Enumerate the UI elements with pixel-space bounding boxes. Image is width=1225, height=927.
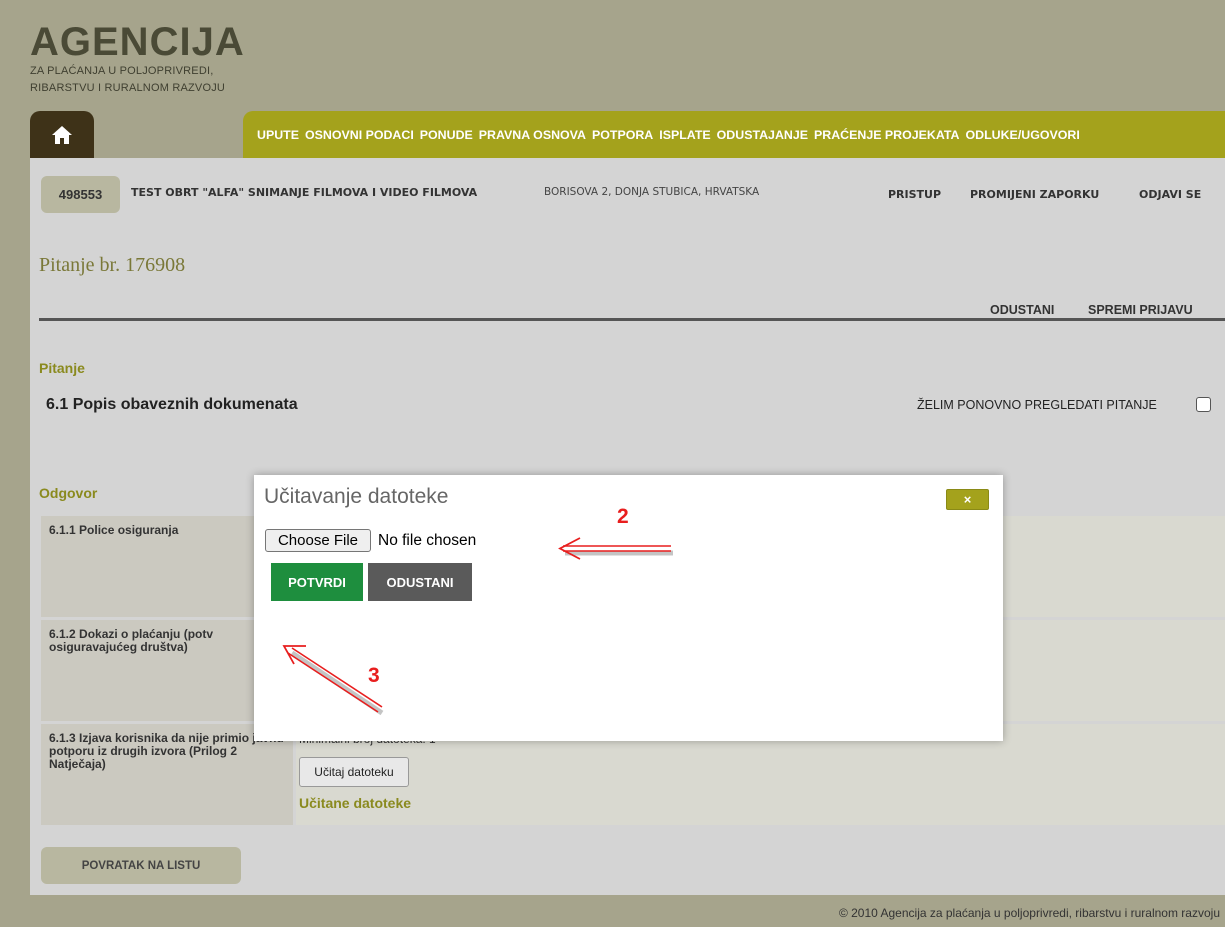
back-to-list-button[interactable]: POVRATAK NA LISTU bbox=[41, 847, 241, 884]
confirm-button[interactable]: POTVRDI bbox=[271, 563, 363, 601]
uploaded-files-label: Učitane datoteke bbox=[299, 795, 412, 811]
upload-file-button[interactable]: Učitaj datoteku bbox=[299, 757, 409, 787]
nav-item-isplate[interactable]: ISPLATE bbox=[659, 128, 710, 142]
user-address: BORISOVA 2, DONJA STUBICA, HRVATSKA bbox=[544, 186, 760, 198]
close-button[interactable]: × bbox=[946, 489, 989, 510]
nav-item-potpora[interactable]: POTPORA bbox=[592, 128, 653, 142]
user-name: TEST OBRT "ALFA" SNIMANJE FILMOVA I VIDE… bbox=[131, 186, 478, 199]
footer-copyright: © 2010 Agencija za plaćanja u poljoprivr… bbox=[838, 906, 1220, 920]
logout-link[interactable]: ODJAVI SE bbox=[1139, 188, 1201, 201]
answer-section-label: Odgovor bbox=[39, 485, 98, 501]
nav-item-osnovni-podaci[interactable]: OSNOVNI PODACI bbox=[305, 128, 414, 142]
nav-item-odluke-ugovori[interactable]: ODLUKE/UGOVORI bbox=[966, 128, 1080, 142]
page-title: Pitanje br. 176908 bbox=[39, 254, 186, 276]
dialog-title: Učitavanje datoteke bbox=[264, 485, 449, 508]
home-icon bbox=[52, 125, 72, 144]
nav-item-pravna-osnova[interactable]: PRAVNA OSNOVA bbox=[479, 128, 586, 142]
annotation-label-2: 2 bbox=[617, 505, 629, 528]
close-icon: × bbox=[963, 492, 972, 507]
review-question-label: ŽELIM PONOVNO PREGLEDATI PITANJE bbox=[917, 398, 1157, 412]
nav-item-pracenje-projekata[interactable]: PRAĆENJE PROJEKATA bbox=[814, 128, 960, 142]
annotation-label-3: 3 bbox=[368, 664, 380, 687]
cancel-button[interactable]: ODUSTANI bbox=[368, 563, 472, 601]
logo-subtitle-line1: ZA PLAĆANJA U POLJOPRIVREDI, bbox=[30, 65, 214, 77]
review-question-checkbox[interactable] bbox=[1196, 397, 1211, 412]
cancel-link[interactable]: ODUSTANI bbox=[990, 303, 1054, 317]
logo-title: AGENCIJA bbox=[30, 20, 245, 64]
save-application-link[interactable]: SPREMI PRIJAVU bbox=[1088, 303, 1193, 317]
change-password-link[interactable]: PROMIJENI ZAPORKU bbox=[970, 188, 1099, 201]
page: AGENCIJA ZA PLAĆANJA U POLJOPRIVREDI, RI… bbox=[0, 0, 1225, 927]
logo-subtitle-line2: RIBARSTVU I RURALNOM RAZVOJU bbox=[30, 82, 226, 94]
question-section-label: Pitanje bbox=[39, 360, 85, 376]
choose-file-button[interactable]: Choose File bbox=[265, 529, 371, 552]
file-status-text: No file chosen bbox=[378, 532, 477, 549]
user-id-badge: 498553 bbox=[41, 176, 120, 213]
home-tab[interactable] bbox=[30, 111, 94, 158]
nav-item-odustajanje[interactable]: ODUSTAJANJE bbox=[717, 128, 808, 142]
access-link[interactable]: PRISTUP bbox=[888, 188, 941, 201]
main-nav: UPUTE OSNOVNI PODACI PONUDE PRAVNA OSNOV… bbox=[243, 111, 1225, 158]
question-text: 6.1 Popis obaveznih dokumenata bbox=[46, 396, 298, 413]
agency-logo[interactable]: AGENCIJA ZA PLAĆANJA U POLJOPRIVREDI, RI… bbox=[30, 22, 245, 96]
nav-item-ponude[interactable]: PONUDE bbox=[420, 128, 473, 142]
divider bbox=[39, 318, 1225, 321]
nav-item-upute[interactable]: UPUTE bbox=[257, 128, 299, 142]
